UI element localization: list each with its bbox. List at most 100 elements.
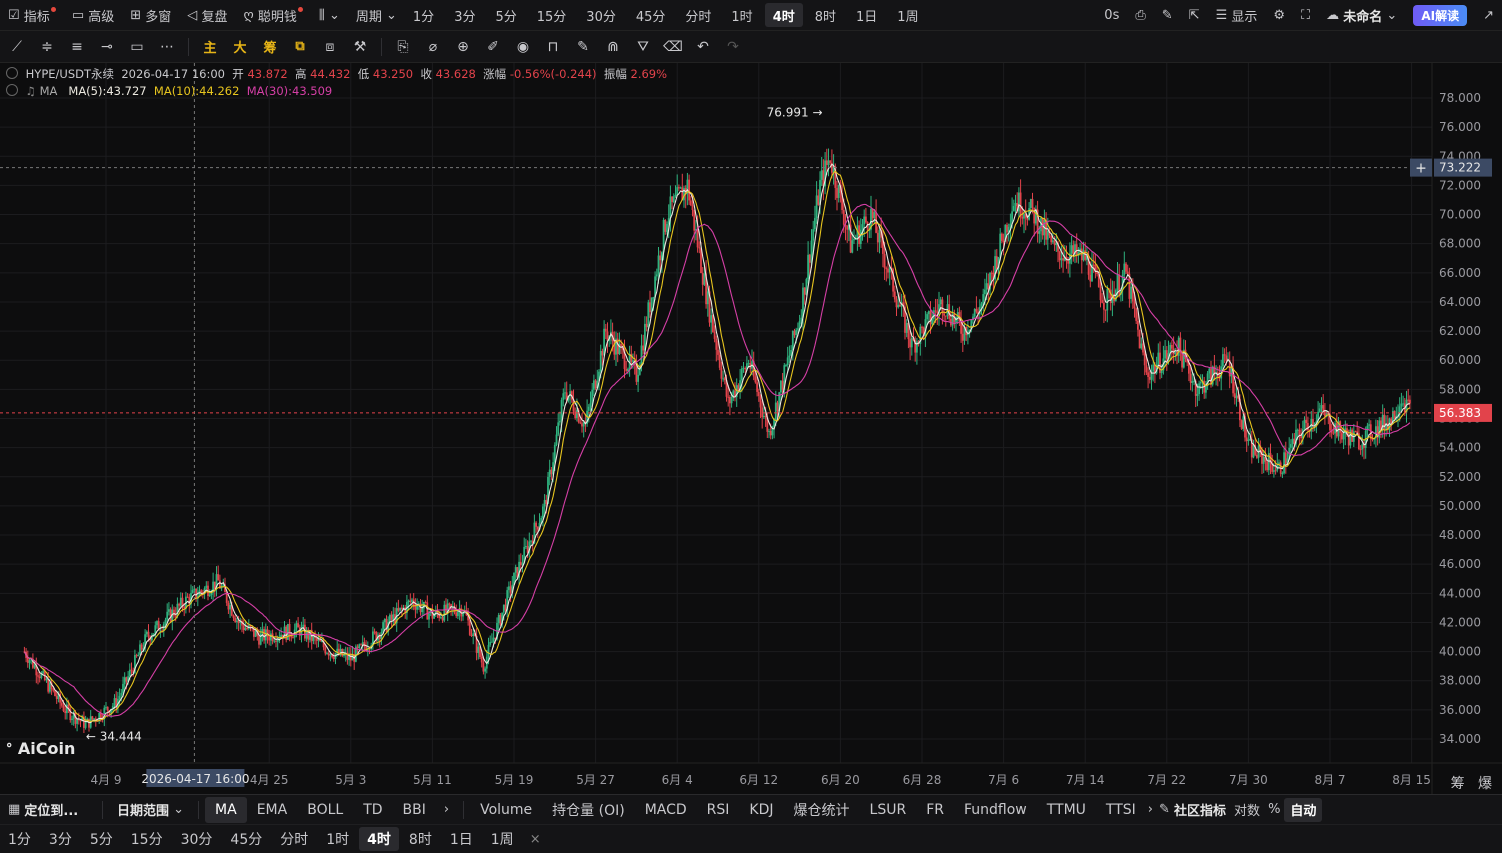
replay-button[interactable]: ◁ 复盘 [179, 3, 235, 27]
ai-interpret-button[interactable]: AI解读 [1405, 3, 1475, 27]
redo-icon[interactable]: ↷ [718, 33, 748, 61]
pen-icon[interactable]: ✎ [1154, 3, 1181, 27]
bookmark-icon[interactable]: ⎘ [388, 33, 418, 61]
big-order-button[interactable]: 大 [225, 33, 255, 61]
interval-tab-5[interactable]: 45分 [628, 3, 674, 27]
camera-icon[interactable]: ⎙ [1127, 3, 1153, 27]
main-indicator-ma[interactable]: MA [205, 796, 247, 823]
main-chart-button[interactable]: 主 [195, 33, 225, 61]
interval-tab-3[interactable]: 15分 [529, 3, 575, 27]
trend-icon[interactable]: ↗ [1475, 3, 1502, 27]
main-indicator-ema[interactable]: EMA [247, 797, 298, 823]
interval-tab-10[interactable]: 1日 [848, 3, 885, 27]
close-icon[interactable]: × [522, 827, 549, 851]
interval-tab-0[interactable]: 1分 [405, 3, 442, 27]
sub-indicator-3[interactable]: RSI [697, 797, 740, 823]
chevron-right-icon[interactable]: › [436, 798, 457, 822]
interval-tab-6[interactable]: 分时 [677, 3, 719, 27]
sub-indicator-9[interactable]: TTMU [1037, 797, 1096, 823]
tool-icon[interactable]: ⚒ [345, 33, 375, 61]
date-range-dropdown[interactable]: 日期范围 ⌄ [109, 798, 192, 822]
sub-indicator-7[interactable]: FR [916, 797, 954, 823]
candle-body [742, 367, 745, 369]
chevron-right-icon[interactable]: › [1146, 798, 1155, 822]
display-button[interactable]: ☰ 显示 [1208, 3, 1266, 27]
period-dropdown[interactable]: 周期 ⌄ [348, 3, 405, 27]
bottom-interval-tab-7[interactable]: 1时 [318, 827, 357, 851]
chart-type-button[interactable]: ⫼ ⌄ [311, 3, 348, 27]
share-icon[interactable]: ⇱ [1181, 3, 1208, 27]
toggle-icon[interactable] [6, 67, 18, 79]
interval-tab-4[interactable]: 30分 [578, 3, 624, 27]
bell-icon[interactable]: ♫ [26, 84, 36, 98]
interval-tab-7[interactable]: 1时 [723, 3, 760, 27]
magnet-icon[interactable]: ⋒ [598, 33, 628, 61]
bottom-interval-tab-11[interactable]: 1周 [483, 827, 522, 851]
sub-indicator-4[interactable]: KDJ [739, 797, 783, 823]
interval-tab-9[interactable]: 8时 [807, 3, 844, 27]
price-chart[interactable]: 34.000 36.000 38.000 40.000 42.000 44.000 46.0… [0, 63, 1502, 794]
sub-indicator-6[interactable]: LSUR [860, 797, 917, 823]
lock-icon[interactable]: ⊓ [538, 33, 568, 61]
plus-icon[interactable]: + [1415, 161, 1427, 177]
compare-icon[interactable]: ⧈ [315, 33, 345, 61]
signal-icon[interactable]: ⧉ [285, 33, 315, 61]
eye-icon[interactable]: ◉ [508, 33, 538, 61]
bottom-interval-tab-1[interactable]: 3分 [41, 827, 80, 851]
main-indicator-boll[interactable]: BOLL [297, 797, 353, 823]
settings-icon[interactable]: ⚙ [1265, 3, 1293, 27]
filter-icon[interactable]: ⛛ [628, 33, 658, 61]
rect-tool-icon[interactable]: ▭ [122, 33, 152, 61]
bottom-interval-tab-5[interactable]: 45分 [222, 827, 270, 851]
sub-indicator-2[interactable]: MACD [635, 797, 697, 823]
bottom-interval-tab-10[interactable]: 1日 [442, 827, 481, 851]
account-dropdown[interactable]: ☁ 未命名 ⌄ [1318, 3, 1405, 27]
hlines-tool-icon[interactable]: ≡ [62, 33, 92, 61]
sub-indicator-5[interactable]: 爆仓统计 [784, 797, 860, 823]
candle-body [1225, 355, 1228, 361]
bottom-interval-tab-3[interactable]: 15分 [123, 827, 171, 851]
main-indicator-td[interactable]: TD [353, 797, 392, 823]
bottom-interval-tab-8[interactable]: 4时 [359, 827, 399, 851]
ruler-icon[interactable]: ⌀ [418, 33, 448, 61]
hline-tool-icon[interactable]: ⊸ [92, 33, 122, 61]
chip-side-button[interactable]: 筹 [1451, 776, 1465, 792]
sub-indicator-8[interactable]: Fundflow [954, 797, 1037, 823]
indicators-button[interactable]: ☑ 指标 [0, 3, 64, 27]
interval-tab-11[interactable]: 1周 [889, 3, 926, 27]
fullscreen-icon[interactable]: ⛶ [1293, 3, 1318, 27]
percent-scale-toggle[interactable]: % [1264, 798, 1284, 822]
undo-icon[interactable]: ↶ [688, 33, 718, 61]
sub-indicator-1[interactable]: 持仓量 (OI) [542, 797, 635, 823]
auto-scale-toggle[interactable]: 自动 [1284, 797, 1323, 822]
interval-tab-2[interactable]: 5分 [487, 3, 524, 27]
brush-icon[interactable]: ✐ [478, 33, 508, 61]
bottom-interval-tab-0[interactable]: 1分 [0, 827, 39, 851]
liquidation-side-button[interactable]: 爆 [1478, 776, 1492, 792]
line-tool-icon[interactable]: ⟋ [2, 33, 32, 61]
toggle-icon[interactable] [6, 84, 18, 96]
advanced-button[interactable]: ▭ 高级 [64, 3, 122, 27]
smart-money-button[interactable]: ღ 聪明钱 [235, 3, 310, 27]
candle-body [807, 254, 809, 280]
interval-tab-8[interactable]: 4时 [764, 3, 803, 27]
bottom-interval-tab-2[interactable]: 5分 [82, 827, 121, 851]
trash-icon[interactable]: ⌫ [658, 33, 688, 61]
bottom-interval-tab-9[interactable]: 8时 [401, 827, 440, 851]
zoom-icon[interactable]: ⊕ [448, 33, 478, 61]
main-indicator-bbi[interactable]: BBI [393, 797, 436, 823]
multi-window-button[interactable]: ⊞ 多窗 [122, 3, 179, 27]
parallel-tool-icon[interactable]: ≑ [32, 33, 62, 61]
bottom-interval-tab-6[interactable]: 分时 [272, 827, 316, 851]
sub-indicator-0[interactable]: Volume [470, 797, 542, 823]
more-tool-icon[interactable]: ⋯ [152, 33, 182, 61]
interval-tab-1[interactable]: 3分 [446, 3, 483, 27]
locate-button[interactable]: ▦ 定位到... [0, 798, 96, 822]
candlestick-chart-svg[interactable]: 34.000 36.000 38.000 40.000 42.000 44.000 46.0… [0, 63, 1502, 794]
bottom-interval-tab-4[interactable]: 30分 [173, 827, 221, 851]
community-indicators-button[interactable]: ✎ 社区指标 [1155, 798, 1230, 822]
sub-indicator-10[interactable]: TTSI [1096, 797, 1146, 823]
edit-icon[interactable]: ✎ [568, 33, 598, 61]
log-scale-toggle[interactable]: 对数 [1230, 798, 1264, 822]
chip-button[interactable]: 筹 [255, 33, 285, 61]
